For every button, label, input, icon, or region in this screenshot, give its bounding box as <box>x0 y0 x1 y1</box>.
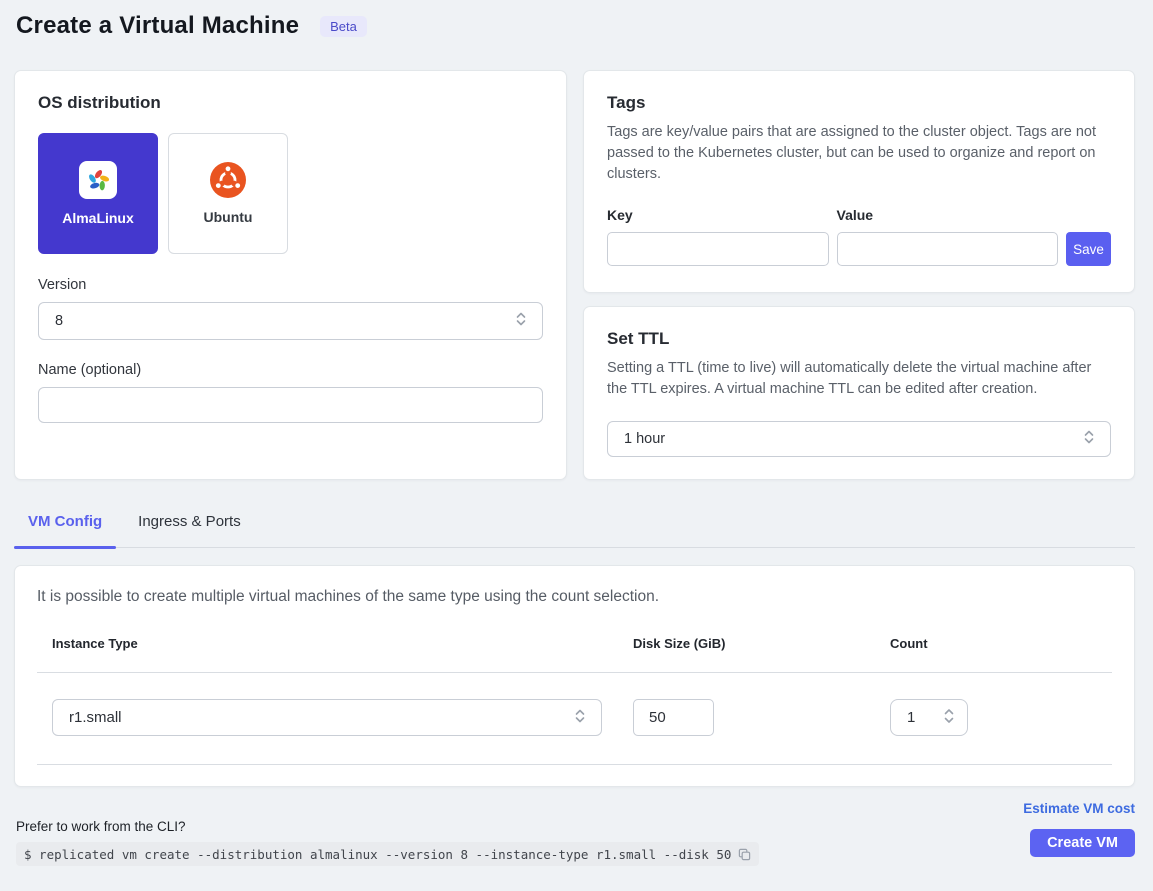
os-tile-almalinux[interactable]: AlmaLinux <box>38 133 158 254</box>
column-header-instance-type: Instance Type <box>52 636 633 651</box>
disk-size-cell <box>633 699 890 736</box>
os-tiles: AlmaLinux Ubuntu <box>38 133 543 254</box>
tag-value-label: Value <box>837 207 1059 223</box>
instance-type-select[interactable]: r1.small <box>52 699 602 736</box>
vm-table-row: r1.small 1 <box>37 673 1112 765</box>
chevron-up-down-icon <box>514 311 528 331</box>
tag-key-label: Key <box>607 207 829 223</box>
os-tile-label: Ubuntu <box>204 209 253 225</box>
save-tag-button[interactable]: Save <box>1066 232 1111 266</box>
count-stepper[interactable]: 1 <box>890 699 968 736</box>
config-tabs: VM Config Ingress & Ports <box>14 505 1135 548</box>
version-select[interactable]: 8 <box>38 302 543 340</box>
ttl-select[interactable]: 1 hour <box>607 421 1111 457</box>
os-distribution-card: OS distribution AlmaLinux <box>14 70 567 480</box>
chevron-up-down-icon <box>1082 429 1096 449</box>
page-header: Create a Virtual Machine Beta <box>16 12 367 40</box>
tags-title: Tags <box>607 93 1111 113</box>
set-ttl-card: Set TTL Setting a TTL (time to live) wil… <box>583 306 1135 480</box>
tag-key-input[interactable] <box>607 232 829 266</box>
instance-type-value: r1.small <box>69 709 122 726</box>
create-vm-button[interactable]: Create VM <box>1030 829 1135 857</box>
almalinux-icon <box>79 161 117 199</box>
vm-table: Instance Type Disk Size (GiB) Count r1.s… <box>37 636 1112 765</box>
beta-badge: Beta <box>320 16 367 37</box>
os-tile-ubuntu[interactable]: Ubuntu <box>168 133 288 254</box>
cli-prompt-text: Prefer to work from the CLI? <box>16 819 186 834</box>
vm-name-label: Name (optional) <box>38 362 543 378</box>
tab-vm-config[interactable]: VM Config <box>14 505 116 547</box>
vm-config-hint: It is possible to create multiple virtua… <box>37 588 1112 606</box>
vm-config-card: It is possible to create multiple virtua… <box>14 565 1135 787</box>
ubuntu-icon <box>210 162 246 198</box>
os-distribution-title: OS distribution <box>38 93 543 113</box>
disk-size-input[interactable] <box>633 699 714 736</box>
column-header-disk-size: Disk Size (GiB) <box>633 636 890 651</box>
tag-fields: Key Value Save <box>607 207 1111 266</box>
instance-type-cell: r1.small <box>52 699 633 736</box>
tab-ingress-ports[interactable]: Ingress & Ports <box>124 505 255 547</box>
tag-key-field: Key <box>607 207 829 266</box>
count-value: 1 <box>907 709 915 726</box>
set-ttl-description: Setting a TTL (time to live) will automa… <box>607 358 1111 400</box>
version-label: Version <box>38 277 543 293</box>
set-ttl-title: Set TTL <box>607 329 1111 349</box>
count-cell: 1 <box>890 699 1010 736</box>
os-tile-label: AlmaLinux <box>62 210 134 226</box>
tag-value-input[interactable] <box>837 232 1059 266</box>
tags-description: Tags are key/value pairs that are assign… <box>607 122 1111 185</box>
chevron-up-down-icon <box>573 708 587 728</box>
vm-table-header: Instance Type Disk Size (GiB) Count <box>37 636 1112 673</box>
tag-value-field: Value <box>837 207 1059 266</box>
chevron-up-down-icon <box>942 707 956 729</box>
estimate-vm-cost-link[interactable]: Estimate VM cost <box>1023 801 1135 816</box>
page-title: Create a Virtual Machine <box>16 12 299 40</box>
version-select-value: 8 <box>55 313 63 329</box>
copy-icon[interactable] <box>738 848 751 861</box>
vm-name-input[interactable] <box>38 387 543 423</box>
ttl-select-value: 1 hour <box>624 431 665 447</box>
create-vm-page: Create a Virtual Machine Beta OS distrib… <box>0 0 1153 891</box>
column-header-count: Count <box>890 636 1010 651</box>
tags-card: Tags Tags are key/value pairs that are a… <box>583 70 1135 293</box>
cli-command-text: $ replicated vm create --distribution al… <box>24 847 731 862</box>
cli-command-block: $ replicated vm create --distribution al… <box>16 842 759 866</box>
